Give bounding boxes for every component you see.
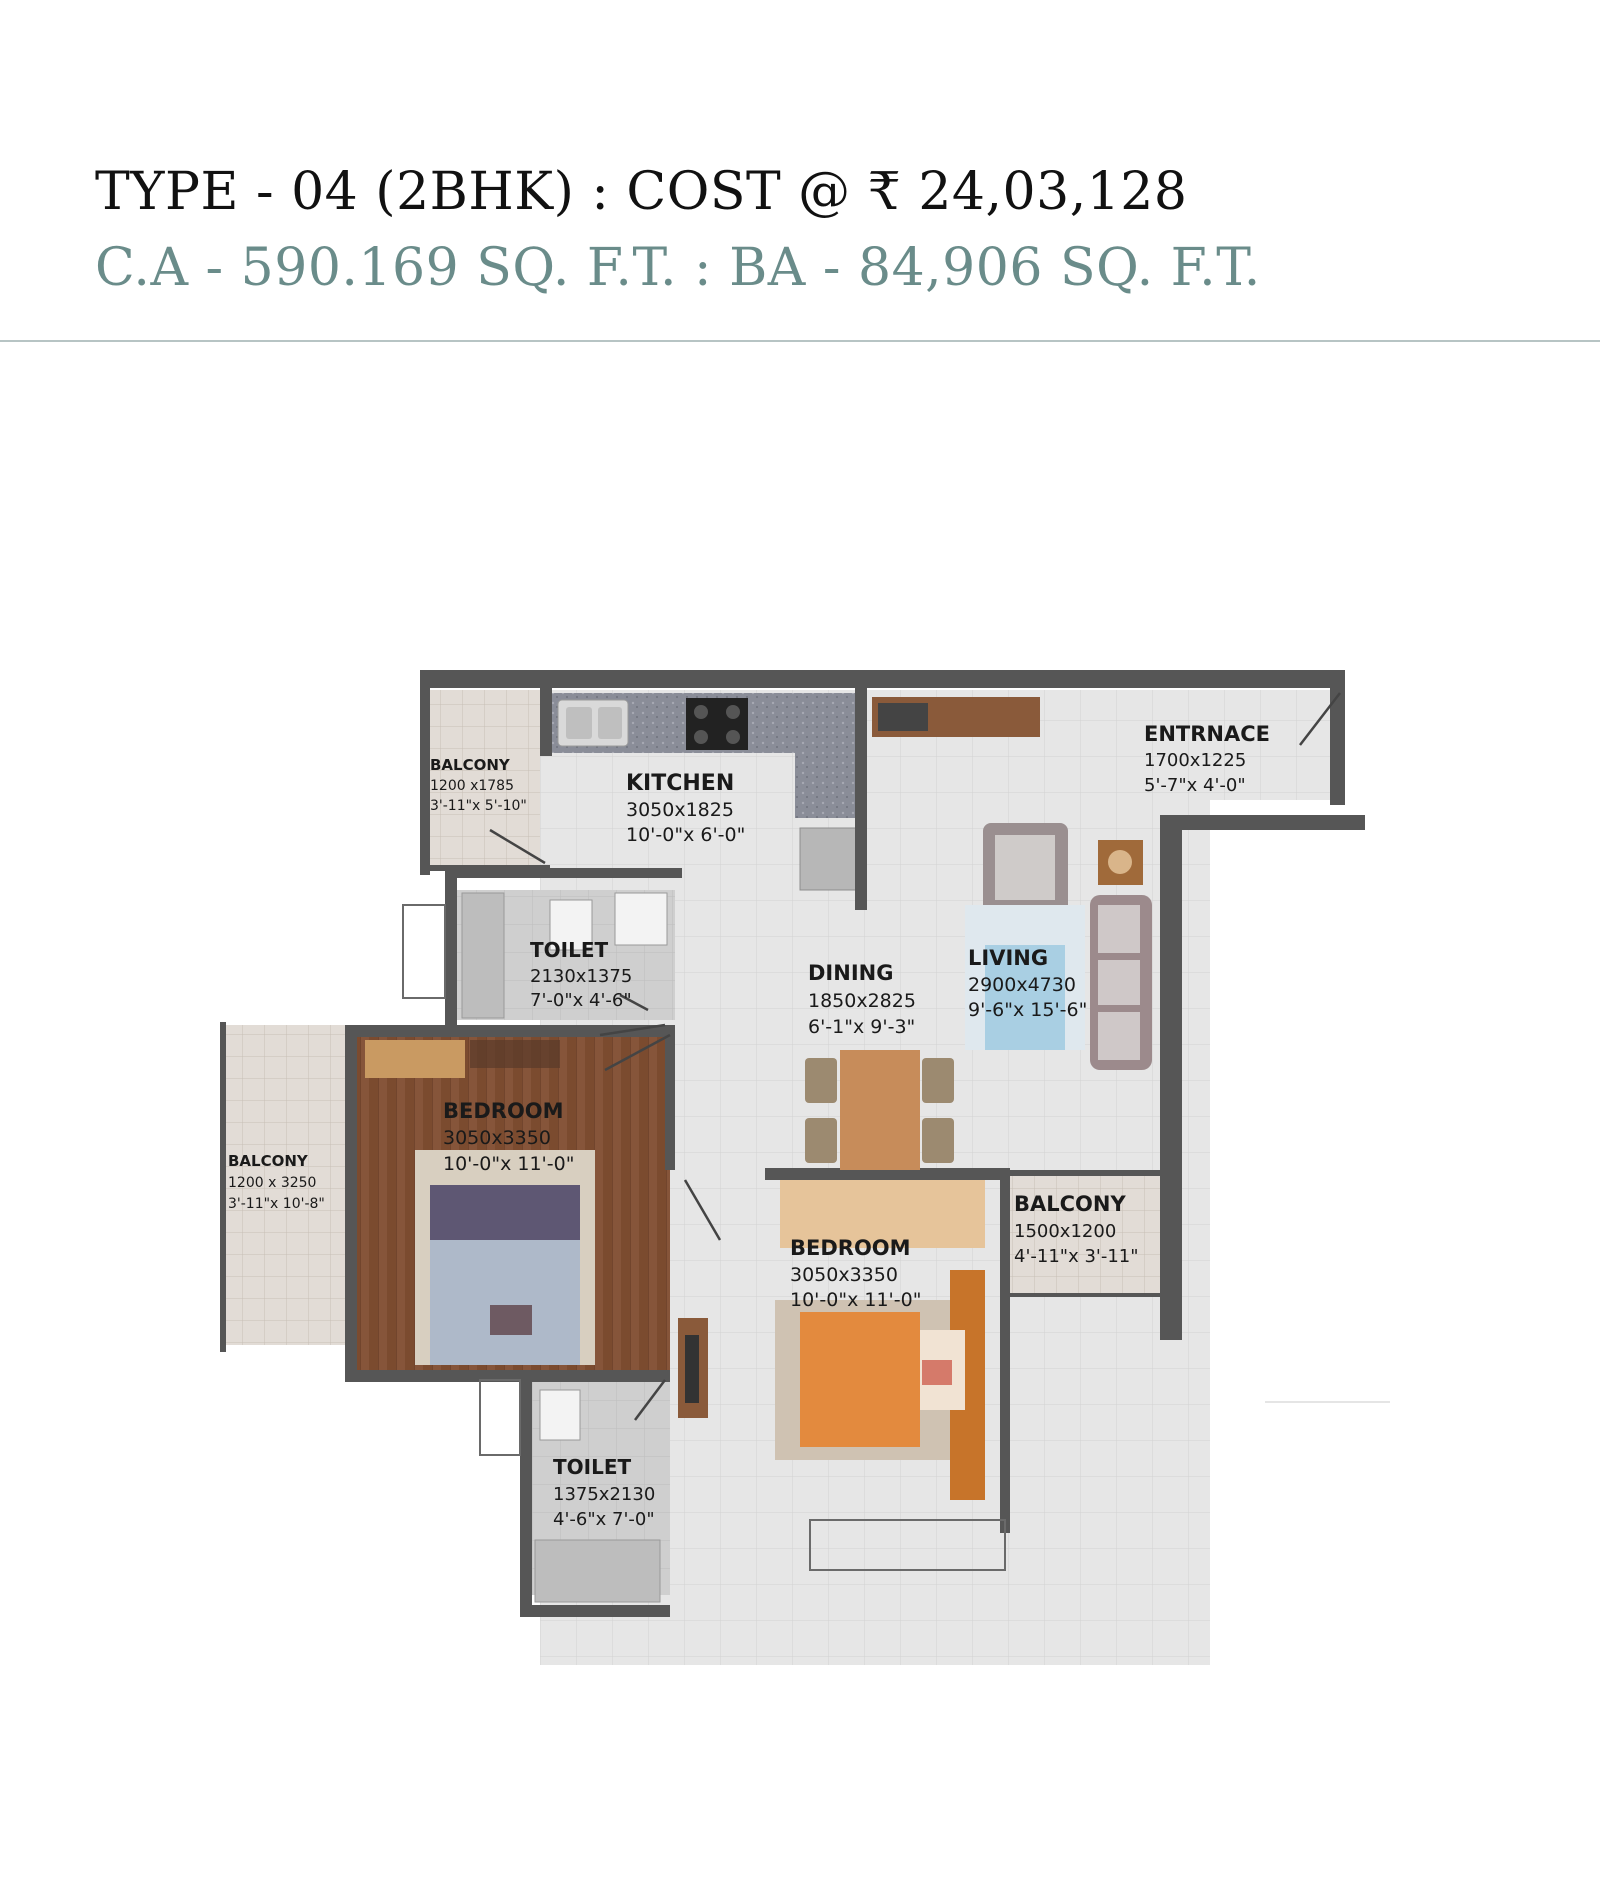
room-name: DINING xyxy=(808,961,893,985)
room-dim-mm: 1200 x 3250 xyxy=(228,1175,316,1191)
room-name: BALCONY xyxy=(228,1152,309,1170)
room-name: BALCONY xyxy=(430,756,511,774)
room-name: TOILET xyxy=(553,1455,631,1479)
room-dim-mm: 2130x1375 xyxy=(530,966,632,987)
room-dim-ft: 9'-6"x 15'-6" xyxy=(968,999,1087,1021)
floor-plan: BALCONY 1200 x1785 3'-11"x 5'-10" KITCHE… xyxy=(220,670,1390,1665)
room-dim-ft: 10'-0"x 11'-0" xyxy=(790,1289,921,1311)
fridge-icon xyxy=(799,827,859,891)
room-name: LIVING xyxy=(968,946,1048,970)
room-dim-ft: 5'-7"x 4'-0" xyxy=(1144,775,1246,796)
room-name: ENTRNACE xyxy=(1144,722,1270,746)
room-name: TOILET xyxy=(530,938,608,962)
room-dim-mm: 1700x1225 xyxy=(1144,750,1246,771)
room-dim-mm: 1500x1200 xyxy=(1014,1221,1116,1242)
room-dim-ft: 3'-11"x 5'-10" xyxy=(430,798,527,814)
room-kitchen: KITCHEN 3050x1825 10'-0"x 6'-0" xyxy=(626,771,745,846)
room-name: KITCHEN xyxy=(626,771,734,796)
room-dim-ft: 4'-11"x 3'-11" xyxy=(1014,1246,1139,1267)
room-dim-mm: 3050x1825 xyxy=(626,799,734,821)
room-dim-ft: 6'-1"x 9'-3" xyxy=(808,1016,915,1038)
room-dim-mm: 1375x2130 xyxy=(553,1484,655,1505)
room-dim-ft: 10'-0"x 11'-0" xyxy=(443,1153,574,1175)
room-dim-mm: 3050x3350 xyxy=(790,1264,898,1286)
room-dim-mm: 1850x2825 xyxy=(808,990,916,1012)
room-name: BALCONY xyxy=(1014,1192,1126,1216)
room-name: BEDROOM xyxy=(790,1236,911,1260)
room-dim-ft: 7'-0"x 4'-6" xyxy=(530,990,632,1011)
room-dim-ft: 4'-6"x 7'-0" xyxy=(553,1509,655,1530)
basin-icon xyxy=(614,892,668,946)
room-name: BEDROOM xyxy=(443,1099,564,1123)
room-dim-ft: 10'-0"x 6'-0" xyxy=(626,824,745,846)
room-dim-mm: 2900x4730 xyxy=(968,974,1076,996)
stove-icon xyxy=(686,698,748,750)
room-dim-mm: 3050x3350 xyxy=(443,1127,551,1149)
room-dim-ft: 3'-11"x 10'-8" xyxy=(228,1196,325,1212)
room-dim-mm: 1200 x1785 xyxy=(430,778,514,794)
